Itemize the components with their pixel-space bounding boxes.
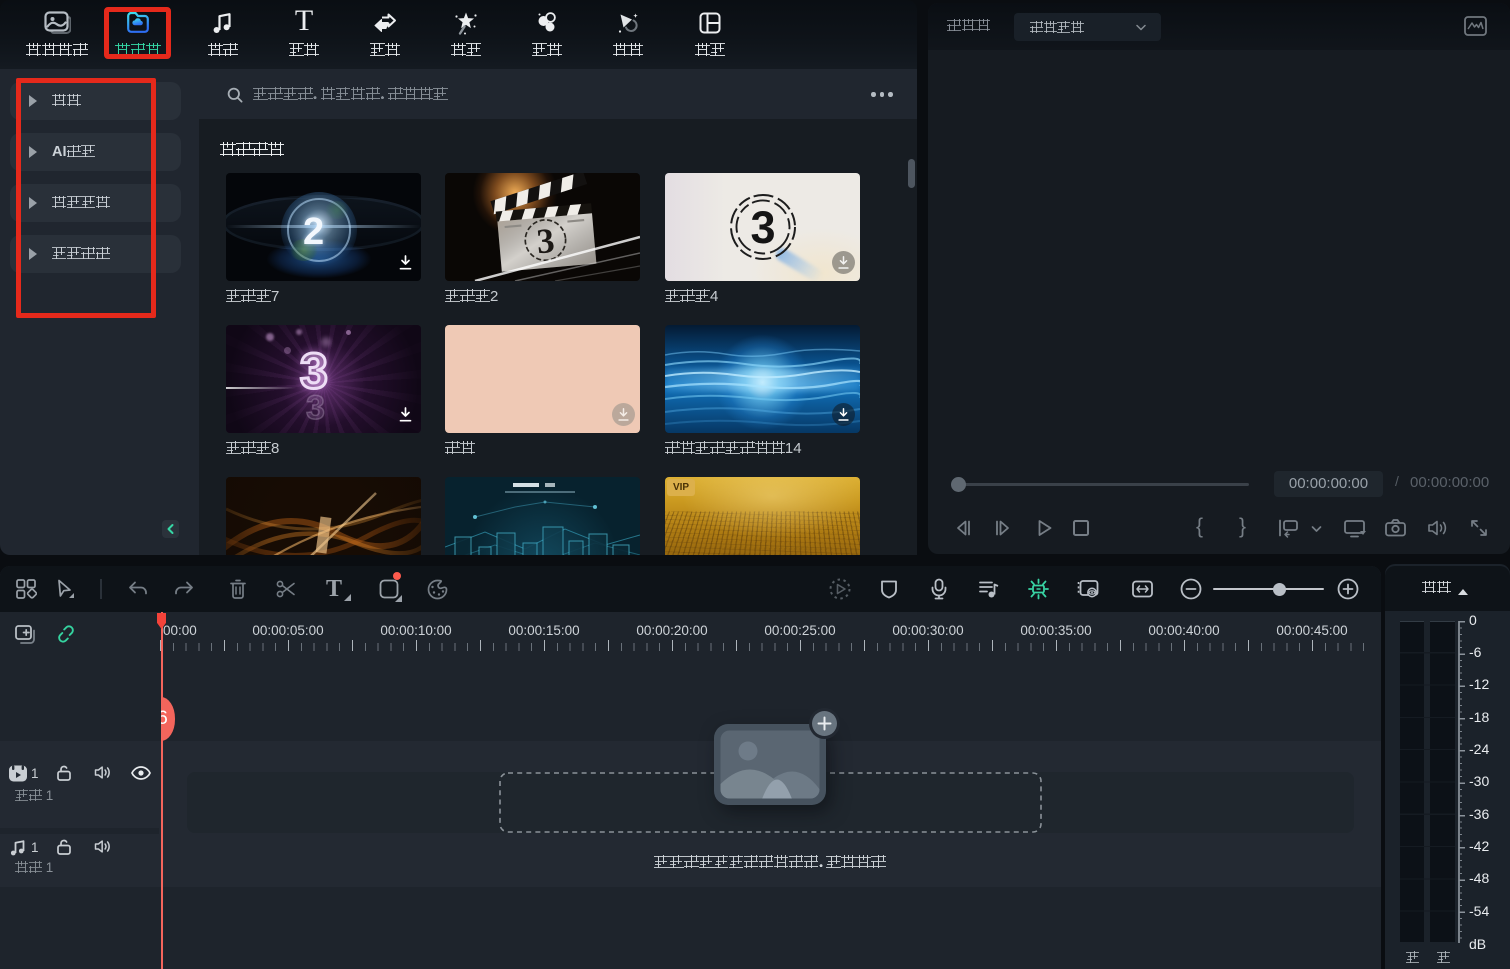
svg-text:3: 3	[750, 202, 775, 253]
svg-text:3: 3	[535, 221, 556, 261]
